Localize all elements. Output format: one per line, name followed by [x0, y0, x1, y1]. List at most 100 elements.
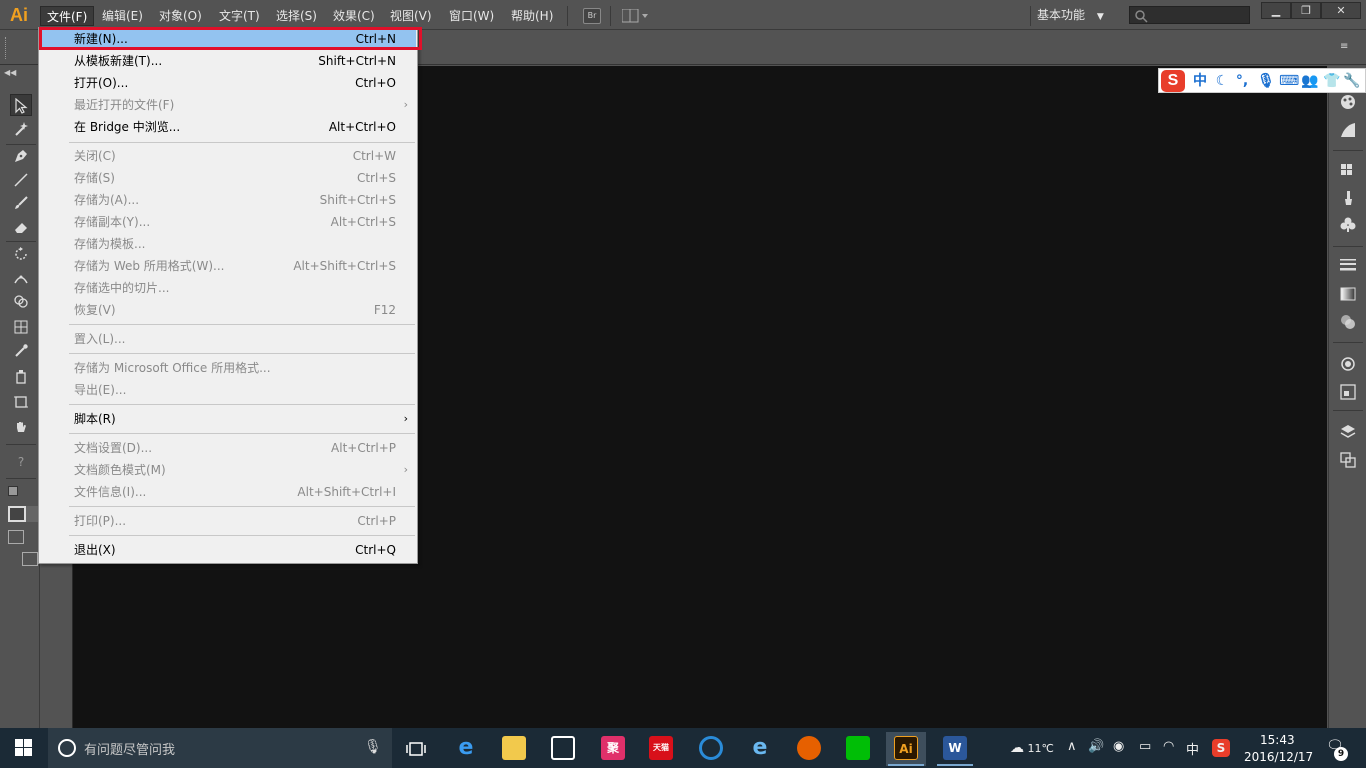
line-tool[interactable]	[10, 169, 32, 191]
file-menu-item: 文档颜色模式(M) ›	[40, 459, 416, 481]
microphone-icon[interactable]: 🎙	[1257, 72, 1275, 90]
file-menu-item[interactable]: 打开(O)... Ctrl+O	[40, 72, 416, 94]
wrench-icon[interactable]: 🔧	[1343, 72, 1361, 90]
browser-tray-icon[interactable]: ◉	[1113, 739, 1124, 754]
taskbar-firefox[interactable]	[789, 732, 829, 766]
ime-mode-toggle[interactable]: 中	[1191, 72, 1209, 90]
ime-tray-mode[interactable]: 中	[1186, 739, 1199, 758]
drawing-mode-icon[interactable]	[8, 530, 24, 544]
symbols-icon[interactable]	[1338, 214, 1358, 234]
default-fill-stroke-icon[interactable]	[8, 486, 18, 496]
selection-tool[interactable]	[10, 94, 32, 116]
shape-builder-tool[interactable]	[10, 291, 32, 313]
start-button[interactable]	[0, 728, 48, 768]
paintbrush-tool[interactable]	[10, 192, 32, 214]
panel-menu-icon[interactable]: ≡	[1340, 41, 1352, 52]
bridge-button[interactable]: Br	[583, 8, 601, 24]
artboards-panel-icon[interactable]	[1338, 450, 1358, 470]
taskbar-store[interactable]	[543, 732, 583, 766]
swatches-icon[interactable]	[1338, 160, 1358, 180]
weather-temp: 11℃	[1027, 742, 1054, 755]
taskbar-iqiyi[interactable]	[838, 732, 878, 766]
minimize-button[interactable]: ▁	[1261, 2, 1291, 19]
volume-icon[interactable]: 🔊	[1088, 739, 1104, 754]
cortana-search-input[interactable]: 有问题尽管问我 🎙	[48, 728, 392, 768]
menu-select[interactable]: 选择(S)	[270, 6, 323, 26]
close-button[interactable]: ✕	[1321, 2, 1361, 19]
hand-tool[interactable]	[10, 416, 32, 438]
file-menu-item[interactable]: 从模板新建(T)... Shift+Ctrl+N	[40, 50, 416, 72]
width-tool[interactable]	[10, 267, 32, 289]
arrange-documents-button[interactable]	[621, 8, 650, 23]
ie-icon: e	[752, 735, 768, 760]
help-search-input[interactable]	[1129, 6, 1250, 24]
chevron-up-icon[interactable]: ∧	[1067, 739, 1077, 754]
taskbar-word[interactable]: W	[935, 732, 975, 766]
task-view-button[interactable]	[396, 732, 436, 766]
taskbar-ju[interactable]: 聚	[593, 732, 633, 766]
taskbar-edge[interactable]: e	[446, 732, 486, 766]
workspace-switcher[interactable]: 基本功能 ▼	[1037, 6, 1104, 24]
keyboard-icon[interactable]: ⌨	[1279, 72, 1299, 90]
menu-file[interactable]: 文件(F)	[40, 6, 95, 26]
taskbar-ie[interactable]: e	[740, 732, 780, 766]
perspective-grid-tool[interactable]	[10, 316, 32, 338]
graphic-styles-icon[interactable]	[1338, 382, 1358, 402]
appearance-panel-icon[interactable]	[1338, 354, 1358, 374]
transparency-panel-icon[interactable]	[1338, 312, 1358, 332]
eyedropper-tool[interactable]	[10, 340, 32, 362]
clock-date[interactable]: 2016/12/17	[1244, 750, 1313, 764]
screen-mode-icon[interactable]	[22, 552, 38, 566]
tools-panel: ◀◀ ?	[0, 66, 40, 728]
battery-icon[interactable]: ▭	[1139, 739, 1151, 754]
user-icon[interactable]: 👥	[1301, 72, 1319, 90]
menu-object[interactable]: 对象(O)	[153, 6, 208, 26]
sogou-logo-icon[interactable]: S	[1161, 70, 1185, 92]
artboard-tool[interactable]	[10, 391, 32, 413]
cloud-icon: ☁	[1010, 740, 1024, 756]
skin-icon[interactable]: 👕	[1323, 72, 1341, 90]
stroke-panel-icon[interactable]	[1338, 254, 1358, 274]
menu-effect[interactable]: 效果(C)	[327, 6, 381, 26]
weather-widget[interactable]: ☁ 11℃	[1010, 740, 1054, 756]
taskbar-tmall[interactable]: 天猫	[641, 732, 681, 766]
fill-swatch[interactable]	[8, 506, 26, 522]
stroke-swatch[interactable]	[26, 506, 38, 522]
microphone-icon[interactable]: 🎙	[364, 739, 382, 755]
menu-view[interactable]: 视图(V)	[384, 6, 438, 26]
file-menu-item[interactable]: 在 Bridge 中浏览... Alt+Ctrl+O	[40, 116, 416, 138]
chevron-down-icon: ▼	[1096, 12, 1104, 22]
color-guide-icon[interactable]	[1338, 92, 1358, 112]
collapse-icon[interactable]: ◀◀	[4, 68, 16, 77]
punctuation-icon[interactable]: °,	[1233, 72, 1251, 90]
file-menu-item: 恢复(V) F12	[40, 299, 416, 321]
symbol-sprayer-tool[interactable]	[10, 365, 32, 387]
sogou-tray-icon[interactable]: S	[1212, 739, 1230, 757]
restore-button[interactable]: ❐	[1291, 2, 1321, 19]
taskbar-illustrator[interactable]: Ai	[886, 732, 926, 766]
wifi-icon[interactable]: ◠	[1163, 739, 1174, 754]
layers-panel-icon[interactable]	[1338, 422, 1358, 442]
magic-wand-tool[interactable]	[10, 118, 32, 140]
clock-time[interactable]: 15:43	[1260, 733, 1295, 747]
color-panel-icon[interactable]	[1338, 120, 1358, 140]
file-menu-item[interactable]: 退出(X) Ctrl+Q	[40, 539, 416, 561]
taskbar-file-explorer[interactable]	[494, 732, 534, 766]
menu-type[interactable]: 文字(T)	[213, 6, 266, 26]
file-menu-item[interactable]: 脚本(R) ›	[40, 408, 416, 430]
hand-icon	[17, 422, 26, 432]
pen-tool[interactable]	[10, 145, 32, 167]
menu-edit[interactable]: 编辑(E)	[96, 6, 149, 26]
brushes-icon[interactable]	[1338, 188, 1358, 208]
gradient-panel-icon[interactable]	[1338, 284, 1358, 304]
taskbar-browser-q[interactable]	[691, 732, 731, 766]
moon-icon[interactable]: ☾	[1213, 72, 1231, 90]
menubar-divider	[610, 6, 611, 26]
grip-handle[interactable]	[5, 37, 8, 59]
rotate-tool[interactable]	[10, 243, 32, 265]
ju-app-icon: 聚	[601, 736, 625, 760]
eraser-tool[interactable]	[10, 216, 32, 238]
menu-window[interactable]: 窗口(W)	[443, 6, 500, 26]
help-tool[interactable]: ?	[10, 451, 32, 473]
menu-help[interactable]: 帮助(H)	[505, 6, 559, 26]
